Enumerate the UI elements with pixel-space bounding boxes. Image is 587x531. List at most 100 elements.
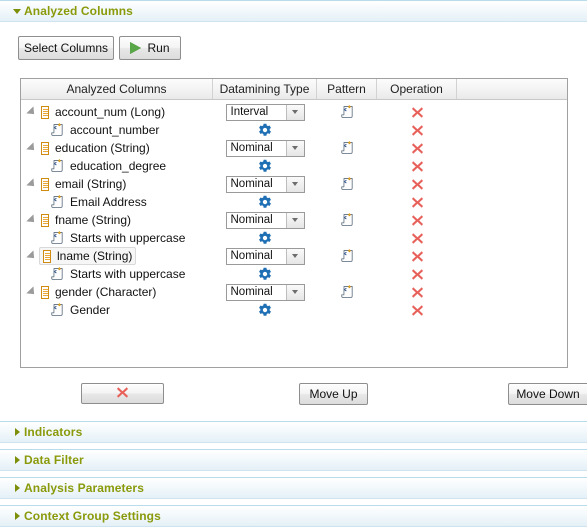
column-header-analyzed-columns[interactable]: Analyzed Columns [21,79,213,99]
gear-icon[interactable] [258,195,272,209]
gear-icon[interactable] [258,267,272,281]
panel-header-analyzed-columns[interactable]: Analyzed Columns [0,0,587,22]
datamining-type-select[interactable]: Nominal [225,283,305,301]
pattern-scroll-icon[interactable] [340,105,354,119]
cell-datamining-type[interactable] [213,121,317,139]
cell-pattern[interactable] [317,265,377,283]
column-node[interactable]: education (String) [39,141,150,155]
cell-datamining-type[interactable]: Nominal [213,211,317,229]
cell-analyzed-column[interactable]: email (String) [21,175,213,193]
datamining-type-select[interactable]: Nominal [225,247,305,265]
table-row[interactable]: lname (String) Nominal [21,247,567,265]
datamining-type-select[interactable]: Interval [225,103,305,121]
cell-datamining-type[interactable] [213,229,317,247]
cell-datamining-type[interactable]: Interval [213,103,317,121]
table-row[interactable]: education_degree [21,157,567,175]
datamining-type-select[interactable]: Nominal [225,175,305,193]
column-header-operation[interactable]: Operation [377,79,457,99]
delete-x-icon[interactable] [411,232,424,245]
cell-datamining-type[interactable] [213,157,317,175]
select-columns-button[interactable]: Select Columns [18,36,114,60]
cell-pattern[interactable] [317,103,377,121]
cell-pattern[interactable] [317,211,377,229]
cell-operation[interactable] [377,211,457,229]
cell-analyzed-column[interactable]: lname (String) [21,247,213,265]
cell-operation[interactable] [377,139,457,157]
cell-analyzed-column[interactable]: education_degree [21,157,213,175]
table-row[interactable]: Email Address [21,193,567,211]
section-analysis-parameters[interactable]: Analysis Parameters [0,477,587,499]
chevron-down-icon[interactable] [285,176,304,192]
cell-analyzed-column[interactable]: account_num (Long) [21,103,213,121]
cell-datamining-type[interactable] [213,193,317,211]
column-header-datamining-type[interactable]: Datamining Type [213,79,317,99]
selected-column-node[interactable]: lname (String) [39,247,137,265]
delete-x-icon[interactable] [411,268,424,281]
pattern-scroll-icon[interactable] [340,285,354,299]
column-node[interactable]: account_num (Long) [39,105,165,119]
cell-pattern[interactable] [317,229,377,247]
datamining-type-select[interactable]: Nominal [225,211,305,229]
cell-operation[interactable] [377,103,457,121]
column-node[interactable]: fname (String) [39,213,131,227]
table-row[interactable]: gender (Character) Nominal [21,283,567,301]
table-row[interactable]: Gender [21,301,567,319]
column-node[interactable]: gender (Character) [39,285,156,299]
cell-operation[interactable] [377,265,457,283]
delete-x-icon[interactable] [411,214,424,227]
section-data-filter[interactable]: Data Filter [0,449,587,471]
delete-x-icon[interactable] [411,160,424,173]
cell-datamining-type[interactable] [213,265,317,283]
gear-icon[interactable] [258,303,272,317]
cell-pattern[interactable] [317,139,377,157]
pattern-scroll-icon[interactable] [340,249,354,263]
chevron-down-icon[interactable] [285,212,304,228]
cell-datamining-type[interactable]: Nominal [213,283,317,301]
pattern-scroll-icon[interactable] [340,177,354,191]
cell-analyzed-column[interactable]: gender (Character) [21,283,213,301]
chevron-down-icon[interactable] [285,248,304,264]
cell-analyzed-column[interactable]: fname (String) [21,211,213,229]
section-context-group-settings[interactable]: Context Group Settings [0,505,587,527]
move-up-button[interactable]: Move Up [299,383,368,405]
table-row[interactable]: fname (String) Nominal [21,211,567,229]
gear-icon[interactable] [258,159,272,173]
expander-icon[interactable] [25,250,39,262]
expander-icon[interactable] [25,286,39,298]
cell-datamining-type[interactable] [213,301,317,319]
cell-datamining-type[interactable]: Nominal [213,175,317,193]
datamining-type-select[interactable]: Nominal [225,139,305,157]
cell-operation[interactable] [377,247,457,265]
cell-operation[interactable] [377,121,457,139]
cell-operation[interactable] [377,301,457,319]
cell-analyzed-column[interactable]: Starts with uppercase [21,229,213,247]
cell-pattern[interactable] [317,301,377,319]
delete-x-icon[interactable] [411,124,424,137]
cell-pattern[interactable] [317,193,377,211]
section-indicators[interactable]: Indicators [0,421,587,443]
cell-datamining-type[interactable]: Nominal [213,139,317,157]
delete-x-icon[interactable] [411,142,424,155]
cell-analyzed-column[interactable]: account_number [21,121,213,139]
cell-pattern[interactable] [317,175,377,193]
delete-button[interactable] [81,383,164,404]
delete-x-icon[interactable] [411,178,424,191]
pattern-scroll-icon[interactable] [340,141,354,155]
expander-icon[interactable] [25,142,39,154]
cell-analyzed-column[interactable]: education (String) [21,139,213,157]
table-row[interactable]: Starts with uppercase [21,229,567,247]
chevron-down-icon[interactable] [285,140,304,156]
column-header-pattern[interactable]: Pattern [317,79,377,99]
expander-icon[interactable] [25,178,39,190]
cell-pattern[interactable] [317,121,377,139]
move-down-button[interactable]: Move Down [508,383,587,405]
delete-x-icon[interactable] [411,286,424,299]
cell-analyzed-column[interactable]: Starts with uppercase [21,265,213,283]
expander-icon[interactable] [25,214,39,226]
cell-analyzed-column[interactable]: Gender [21,301,213,319]
table-row[interactable]: account_num (Long) Interval [21,103,567,121]
gear-icon[interactable] [258,123,272,137]
cell-operation[interactable] [377,229,457,247]
cell-analyzed-column[interactable]: Email Address [21,193,213,211]
table-row[interactable]: account_number [21,121,567,139]
